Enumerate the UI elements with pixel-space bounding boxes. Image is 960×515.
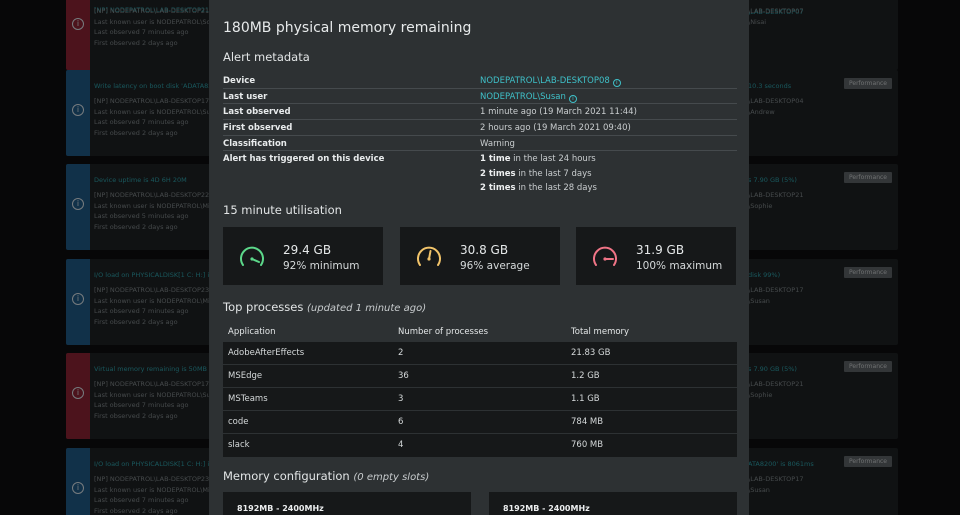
table-body: AdobeAfterEffects 2 21.83 GB MSEdge 36 1.2 G… xyxy=(223,342,737,457)
table-row: AdobeAfterEffects 2 21.83 GB xyxy=(223,342,737,365)
alert-detail-modal: 180MB physical memory remaining Alert me… xyxy=(209,0,749,515)
meta-row-triggered: Alert has triggered on this device 1 tim… xyxy=(223,151,737,196)
table-row: slack 4 760 MB xyxy=(228,440,604,450)
meta-label: Last user xyxy=(223,91,268,102)
utilisation-value: 29.4 GB xyxy=(283,243,332,257)
meta-row-device: Device NODEPATROL\LAB-DESKTOP08 i xyxy=(223,73,737,89)
modal-title: 180MB physical memory remaining xyxy=(223,20,472,36)
column-header-total-memory: Total memory xyxy=(571,327,630,337)
meta-label: Alert has triggered on this device xyxy=(223,154,385,165)
meta-value: Warning xyxy=(480,138,515,149)
table-header: Application Number of processes Total me… xyxy=(223,322,737,342)
memory-slot-card: 8192MB - 2400MHz xyxy=(223,492,471,515)
utilisation-card-average: 30.8 GB 96% average xyxy=(400,227,560,285)
user-link[interactable]: NODEPATROL\Susan i xyxy=(480,92,577,103)
device-link[interactable]: NODEPATROL\LAB-DESKTOP08 i xyxy=(480,76,621,87)
meta-label: First observed xyxy=(223,123,293,134)
table-row: MSTeams 3 1.1 GB xyxy=(223,388,737,411)
utilisation-value: 30.8 GB xyxy=(460,243,509,257)
meta-label: Classification xyxy=(223,138,287,149)
memory-configuration-heading: Memory configuration (0 empty slots) xyxy=(223,469,430,483)
meta-label: Device xyxy=(223,76,256,86)
meta-row-last-observed: Last observed 1 minute ago (19 March 202… xyxy=(223,104,737,121)
alert-metadata-table: Device NODEPATROL\LAB-DESKTOP08 i Last us… xyxy=(223,73,737,196)
utilisation-label: 100% maximum xyxy=(636,260,723,272)
gauge-icon xyxy=(240,246,264,266)
utilisation-value: 31.9 GB xyxy=(636,243,685,257)
trigger-count-24h: 1 time in the last 24 hours xyxy=(480,154,596,165)
top-processes-heading: Top processes (updated 1 minute ago) xyxy=(223,300,427,314)
memory-slot-label: 8192MB - 2400MHz xyxy=(237,504,324,513)
utilisation-label: 92% minimum xyxy=(283,260,360,272)
table-row: MSEdge 36 1.2 GB xyxy=(223,365,737,388)
meta-value: 2 hours ago (19 March 2021 09:40) xyxy=(480,123,631,134)
meta-row-last-user: Last user NODEPATROL\Susan i xyxy=(223,89,737,105)
memory-slot-label: 8192MB - 2400MHz xyxy=(503,504,590,513)
meta-value: 1 minute ago (19 March 2021 11:44) xyxy=(480,107,637,118)
trigger-count-7d: 2 times in the last 7 days xyxy=(480,168,592,179)
info-icon[interactable]: i xyxy=(612,79,621,87)
utilisation-heading: 15 minute utilisation xyxy=(223,203,342,217)
column-header-process-count: Number of processes xyxy=(398,327,489,337)
info-icon[interactable]: i xyxy=(568,94,577,103)
trigger-count-28d: 2 times in the last 28 days xyxy=(480,183,597,194)
column-header-application: Application xyxy=(228,327,276,337)
gauge-icon xyxy=(593,246,617,266)
utilisation-card-minimum: 29.4 GB 92% minimum xyxy=(223,227,383,285)
gauge-icon xyxy=(417,246,441,266)
utilisation-card-maximum: 31.9 GB 100% maximum xyxy=(576,227,736,285)
meta-row-first-observed: First observed 2 hours ago (19 March 202… xyxy=(223,120,737,136)
meta-label: Last observed xyxy=(223,107,291,118)
meta-row-classification: Classification Warning xyxy=(223,136,737,152)
alert-metadata-heading: Alert metadata xyxy=(223,50,310,64)
table-row: code 6 784 MB xyxy=(223,411,737,434)
utilisation-label: 96% average xyxy=(460,260,530,272)
memory-slot-card: 8192MB - 2400MHz xyxy=(489,492,737,515)
top-processes-table: Application Number of processes Total me… xyxy=(223,322,737,457)
